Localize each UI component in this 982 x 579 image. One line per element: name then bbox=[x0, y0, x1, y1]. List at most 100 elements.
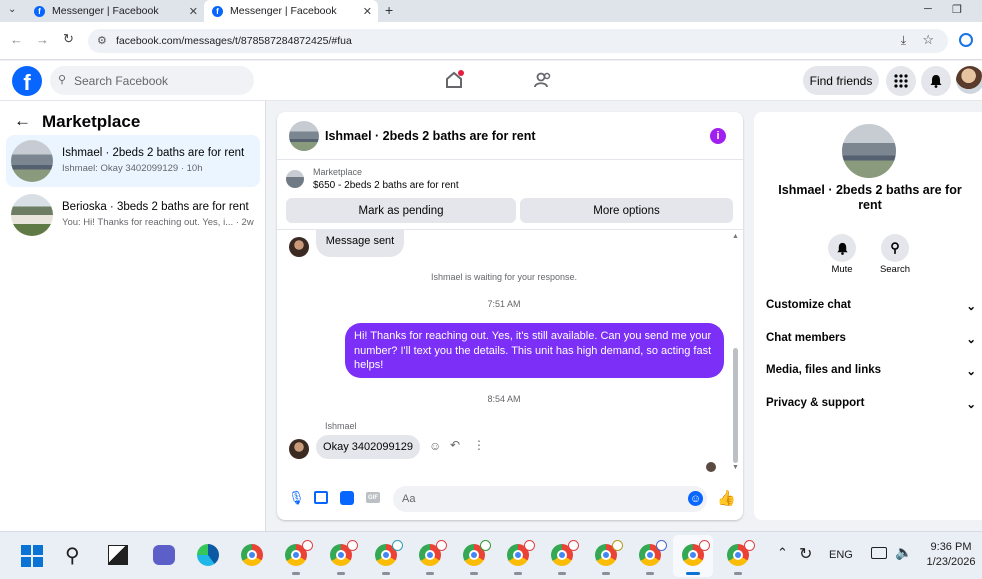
incoming-message-bubble[interactable]: Okay 3402099129 bbox=[316, 435, 420, 459]
media-files-links-section[interactable]: Media, files and links ⌄ bbox=[766, 364, 976, 378]
show-hidden-icons-chevron[interactable]: ⌃ bbox=[777, 545, 788, 561]
display-icon[interactable] bbox=[871, 547, 887, 559]
volume-icon[interactable]: 🔈 bbox=[895, 544, 912, 561]
chrome-profile-icon[interactable] bbox=[463, 540, 491, 566]
timestamp: 8:54 AM bbox=[487, 394, 521, 404]
sticker-icon[interactable] bbox=[340, 491, 354, 505]
browser-tab-strip: ⌄ f Messenger | Facebook ✕ f Messenger |… bbox=[0, 0, 982, 22]
edge-icon[interactable] bbox=[197, 544, 219, 566]
restore-window-icon[interactable]: ❐ bbox=[952, 3, 962, 16]
message-input[interactable]: Aa bbox=[393, 486, 707, 512]
scroll-up-icon[interactable]: ▲ bbox=[732, 233, 739, 240]
chevron-down-icon: ⌄ bbox=[966, 366, 976, 378]
search-in-chat-icon[interactable]: ⚲ bbox=[881, 234, 909, 262]
mute-bell-icon[interactable] bbox=[828, 234, 856, 262]
clock-time: 9:36 PM bbox=[930, 541, 972, 553]
menu-grid-icon[interactable] bbox=[886, 66, 916, 96]
back-icon[interactable]: ← bbox=[10, 32, 23, 47]
listing-avatar[interactable] bbox=[842, 124, 896, 178]
mark-as-pending-button[interactable]: Mark as pending bbox=[286, 198, 516, 223]
chrome-profile-icon-active[interactable] bbox=[682, 540, 710, 566]
friends-icon[interactable] bbox=[533, 70, 553, 90]
new-tab-icon[interactable]: + bbox=[385, 2, 393, 18]
tab-title: Messenger | Facebook bbox=[230, 5, 337, 17]
scrollbar-thumb[interactable] bbox=[733, 348, 738, 463]
sync-icon[interactable]: ↻ bbox=[799, 544, 812, 564]
forward-icon[interactable]: → bbox=[36, 32, 49, 47]
chrome-profile-icon[interactable] bbox=[595, 540, 623, 566]
url-text: facebook.com/messages/t/878587284872425/… bbox=[116, 35, 352, 47]
message-sent-bubble[interactable]: Message sent bbox=[316, 230, 404, 257]
chat-details-panel: Ishmael · 2beds 2 baths are for rent Mut… bbox=[754, 112, 982, 520]
back-arrow-icon[interactable]: ← bbox=[14, 111, 31, 131]
conversation-item-berioska[interactable]: Berioska · 3beds 2 baths are for rent Yo… bbox=[6, 189, 260, 241]
task-view-icon[interactable] bbox=[108, 545, 128, 565]
chrome-profile-icon[interactable] bbox=[507, 540, 535, 566]
emoji-icon[interactable]: ☺ bbox=[688, 491, 703, 506]
clock[interactable]: 9:36 PM 1/23/2026 bbox=[920, 540, 982, 570]
chrome-profile-icon[interactable] bbox=[551, 540, 579, 566]
search-icon[interactable]: ⚲ bbox=[65, 543, 80, 568]
listing-price-title[interactable]: $650 - 2beds 2 baths are for rent bbox=[313, 180, 459, 191]
account-avatar[interactable] bbox=[956, 66, 982, 94]
customize-chat-section[interactable]: Customize chat ⌄ bbox=[766, 299, 976, 313]
address-bar[interactable]: ⚙ facebook.com/messages/t/87858728487242… bbox=[88, 29, 948, 53]
chrome-profile-icon[interactable] bbox=[639, 540, 667, 566]
browser-tab-1[interactable]: f Messenger | Facebook ✕ bbox=[26, 0, 204, 22]
listing-thumbnail bbox=[11, 140, 53, 182]
chrome-profile-icon[interactable] bbox=[419, 540, 447, 566]
chat-header: Ishmael · 2beds 2 baths are for rent i bbox=[277, 112, 743, 160]
reload-icon[interactable]: ↻ bbox=[63, 31, 74, 47]
more-actions-icon[interactable]: ⋮ bbox=[473, 438, 485, 452]
details-title: Ishmael · 2beds 2 baths are for rent bbox=[778, 183, 962, 212]
like-thumb-icon[interactable]: 👍 bbox=[717, 489, 736, 507]
reply-icon[interactable]: ↶ bbox=[450, 438, 460, 452]
search-facebook-input[interactable]: ⚲ Search Facebook bbox=[50, 66, 254, 95]
microphone-icon[interactable]: 🎙 bbox=[288, 490, 305, 506]
language-indicator[interactable]: ENG bbox=[829, 549, 853, 561]
site-info-icon[interactable]: ⚙ bbox=[97, 34, 107, 47]
close-tab-icon[interactable]: ✕ bbox=[363, 5, 372, 18]
chat-title[interactable]: Ishmael · 2beds 2 baths are for rent bbox=[325, 129, 536, 143]
windows-start-icon[interactable] bbox=[21, 545, 43, 567]
windows-taskbar: ⚲ ⌃ ↻ ENG 🔈 9:36 PM 1/23/2026 bbox=[0, 531, 982, 579]
teams-icon[interactable] bbox=[153, 545, 175, 565]
search-placeholder: Search Facebook bbox=[74, 73, 169, 88]
facebook-favicon-icon: f bbox=[212, 5, 223, 17]
chrome-profile-icon[interactable] bbox=[285, 540, 313, 566]
home-icon[interactable] bbox=[444, 70, 464, 90]
conversation-item-ishmael[interactable]: Ishmael · 2beds 2 baths are for rent Ish… bbox=[6, 135, 260, 187]
chat-members-section[interactable]: Chat members ⌄ bbox=[766, 332, 976, 346]
more-options-button[interactable]: More options bbox=[520, 198, 733, 223]
scroll-down-icon[interactable]: ▼ bbox=[732, 464, 739, 471]
minimize-icon[interactable]: ─ bbox=[924, 3, 932, 15]
find-friends-button[interactable]: Find friends bbox=[803, 66, 879, 95]
chevron-down-icon: ⌄ bbox=[966, 399, 976, 411]
seen-avatar bbox=[706, 462, 716, 472]
tab-search-chevron-icon[interactable]: ⌄ bbox=[8, 4, 16, 15]
chrome-icon[interactable] bbox=[241, 544, 263, 566]
facebook-logo-icon[interactable]: f bbox=[12, 66, 42, 96]
chrome-profile-icon[interactable] bbox=[330, 540, 358, 566]
outgoing-message-bubble[interactable]: Hi! Thanks for reaching out. Yes, it's s… bbox=[345, 323, 724, 378]
mute-label: Mute bbox=[831, 264, 853, 275]
chrome-profile-icon[interactable] bbox=[727, 540, 755, 566]
section-label: Media, files and links bbox=[766, 364, 882, 376]
profile-icon[interactable] bbox=[959, 33, 973, 47]
gif-icon[interactable]: GIF bbox=[366, 492, 380, 503]
chat-avatar[interactable] bbox=[289, 121, 319, 151]
privacy-support-section[interactable]: Privacy & support ⌄ bbox=[766, 397, 976, 411]
close-tab-icon[interactable]: ✕ bbox=[189, 5, 198, 18]
conversation-preview: You: Hi! Thanks for reaching out. Yes, i… bbox=[62, 217, 254, 228]
notifications-bell-icon[interactable] bbox=[921, 66, 951, 96]
sender-avatar bbox=[289, 439, 309, 459]
bookmark-star-icon[interactable]: ☆ bbox=[922, 32, 934, 48]
photo-icon[interactable] bbox=[314, 491, 328, 504]
browser-tab-2[interactable]: f Messenger | Facebook ✕ bbox=[204, 0, 378, 22]
react-emoji-icon[interactable]: ☺ bbox=[429, 439, 441, 453]
conversation-title: Ishmael · 2beds 2 baths are for rent bbox=[62, 147, 245, 159]
info-icon[interactable]: i bbox=[710, 128, 726, 144]
chrome-profile-icon[interactable] bbox=[375, 540, 403, 566]
install-app-icon[interactable]: ⤓ bbox=[901, 33, 906, 48]
timestamp: 7:51 AM bbox=[487, 299, 521, 309]
